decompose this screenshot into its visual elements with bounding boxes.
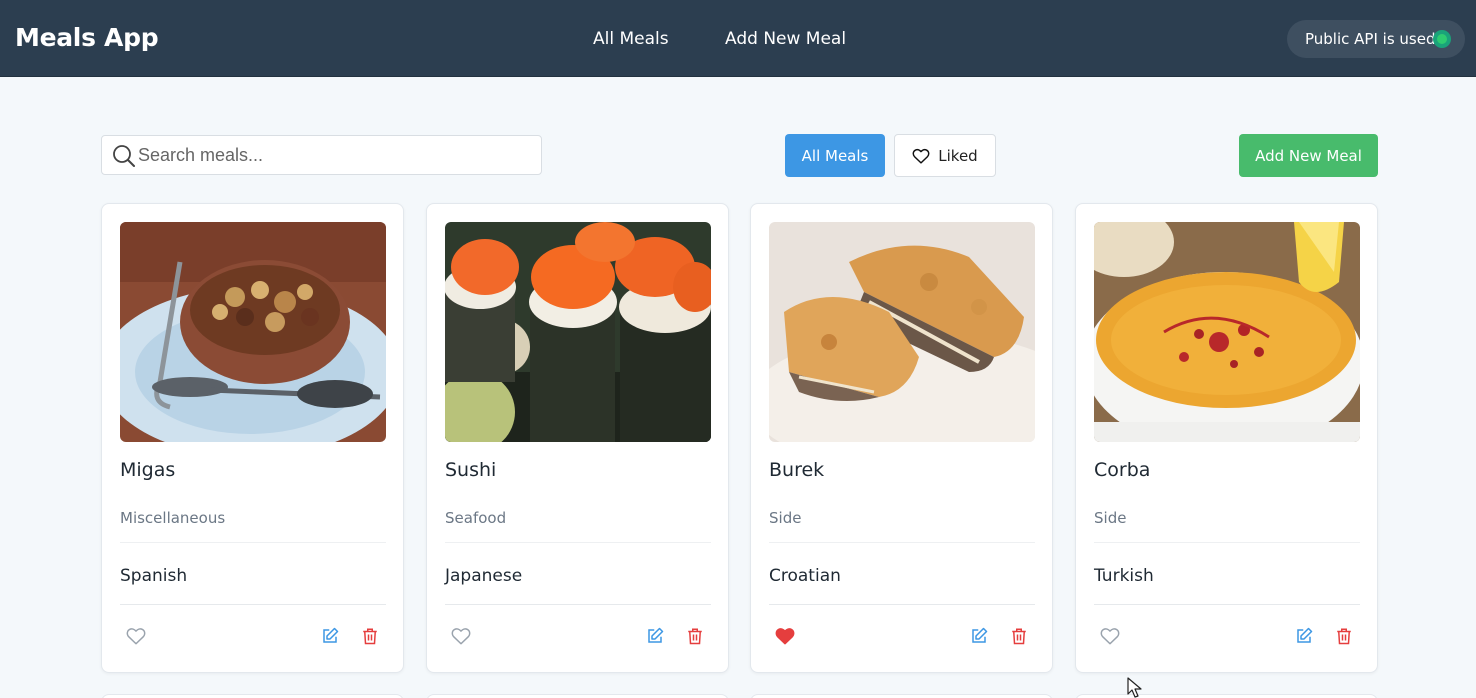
filter-liked-button[interactable]: Liked [894,134,996,177]
meal-image[interactable] [445,222,711,442]
meal-area: Japanese [445,566,523,586]
meal-card [1075,694,1378,698]
divider [769,604,1035,605]
api-status-badge: Public API is used [1287,20,1465,58]
nav-link-add-new-meal[interactable]: Add New Meal [725,29,846,49]
api-status-label: Public API is used [1305,30,1436,48]
meal-card: Burek Side Croatian [750,203,1053,673]
top-navbar: Meals App All Meals Add New Meal Public … [0,0,1476,77]
delete-button[interactable] [1333,625,1355,647]
status-dot-icon [1433,30,1451,48]
edit-icon [323,627,339,643]
heart-outline-icon [451,628,471,645]
delete-button[interactable] [359,625,381,647]
trash-icon [688,628,702,645]
meal-area: Spanish [120,566,188,586]
filter-liked-label: Liked [938,146,978,165]
delete-button[interactable] [684,625,706,647]
meal-image[interactable] [120,222,386,442]
app-brand[interactable]: Meals App [15,23,159,52]
burek-photo-icon [769,222,1035,442]
corba-photo-icon [1094,222,1360,442]
meal-category: Side [1094,509,1127,527]
search-input[interactable] [138,137,533,173]
edit-button[interactable] [1293,625,1315,647]
edit-button[interactable] [319,625,341,647]
like-button[interactable] [125,625,147,647]
nav-link-all-meals[interactable]: All Meals [593,29,669,49]
migas-photo-icon [120,222,386,442]
divider [120,604,386,605]
meal-card: Migas Miscellaneous Spanish [101,203,404,673]
meal-image[interactable] [1094,222,1360,442]
meal-card [750,694,1053,698]
sushi-photo-icon [445,222,711,442]
meal-card [426,694,729,698]
add-new-meal-button[interactable]: Add New Meal [1239,134,1378,177]
divider [445,542,711,543]
edit-icon [972,627,988,643]
divider [1094,604,1360,605]
mouse-cursor-icon [1127,677,1142,698]
like-button[interactable] [450,625,472,647]
meal-category: Side [769,509,802,527]
like-button[interactable] [774,625,796,647]
heart-outline-icon [912,148,930,164]
trash-icon [363,628,377,645]
meal-name: Burek [769,459,825,481]
heart-filled-icon [775,628,795,645]
meal-name: Migas [120,459,176,481]
meal-category: Miscellaneous [120,509,226,527]
trash-icon [1012,628,1026,645]
meal-area: Croatian [769,566,841,586]
meal-card [101,694,404,698]
meal-card: Corba Side Turkish [1075,203,1378,673]
search-box [101,135,542,175]
heart-outline-icon [1100,628,1120,645]
divider [120,542,386,543]
meal-category: Seafood [445,509,507,527]
search-icon [113,145,135,167]
meal-image[interactable] [769,222,1035,442]
filter-all-meals-button[interactable]: All Meals [785,134,885,177]
like-button[interactable] [1099,625,1121,647]
meal-area: Turkish [1094,566,1154,586]
meal-name: Corba [1094,459,1151,481]
divider [769,542,1035,543]
meal-card: Sushi Seafood Japanese [426,203,729,673]
divider [445,604,711,605]
divider [1094,542,1360,543]
delete-button[interactable] [1008,625,1030,647]
trash-icon [1337,628,1351,645]
edit-icon [648,627,664,643]
edit-button[interactable] [644,625,666,647]
heart-outline-icon [126,628,146,645]
meal-name: Sushi [445,459,497,481]
edit-icon [1297,627,1313,643]
edit-button[interactable] [968,625,990,647]
